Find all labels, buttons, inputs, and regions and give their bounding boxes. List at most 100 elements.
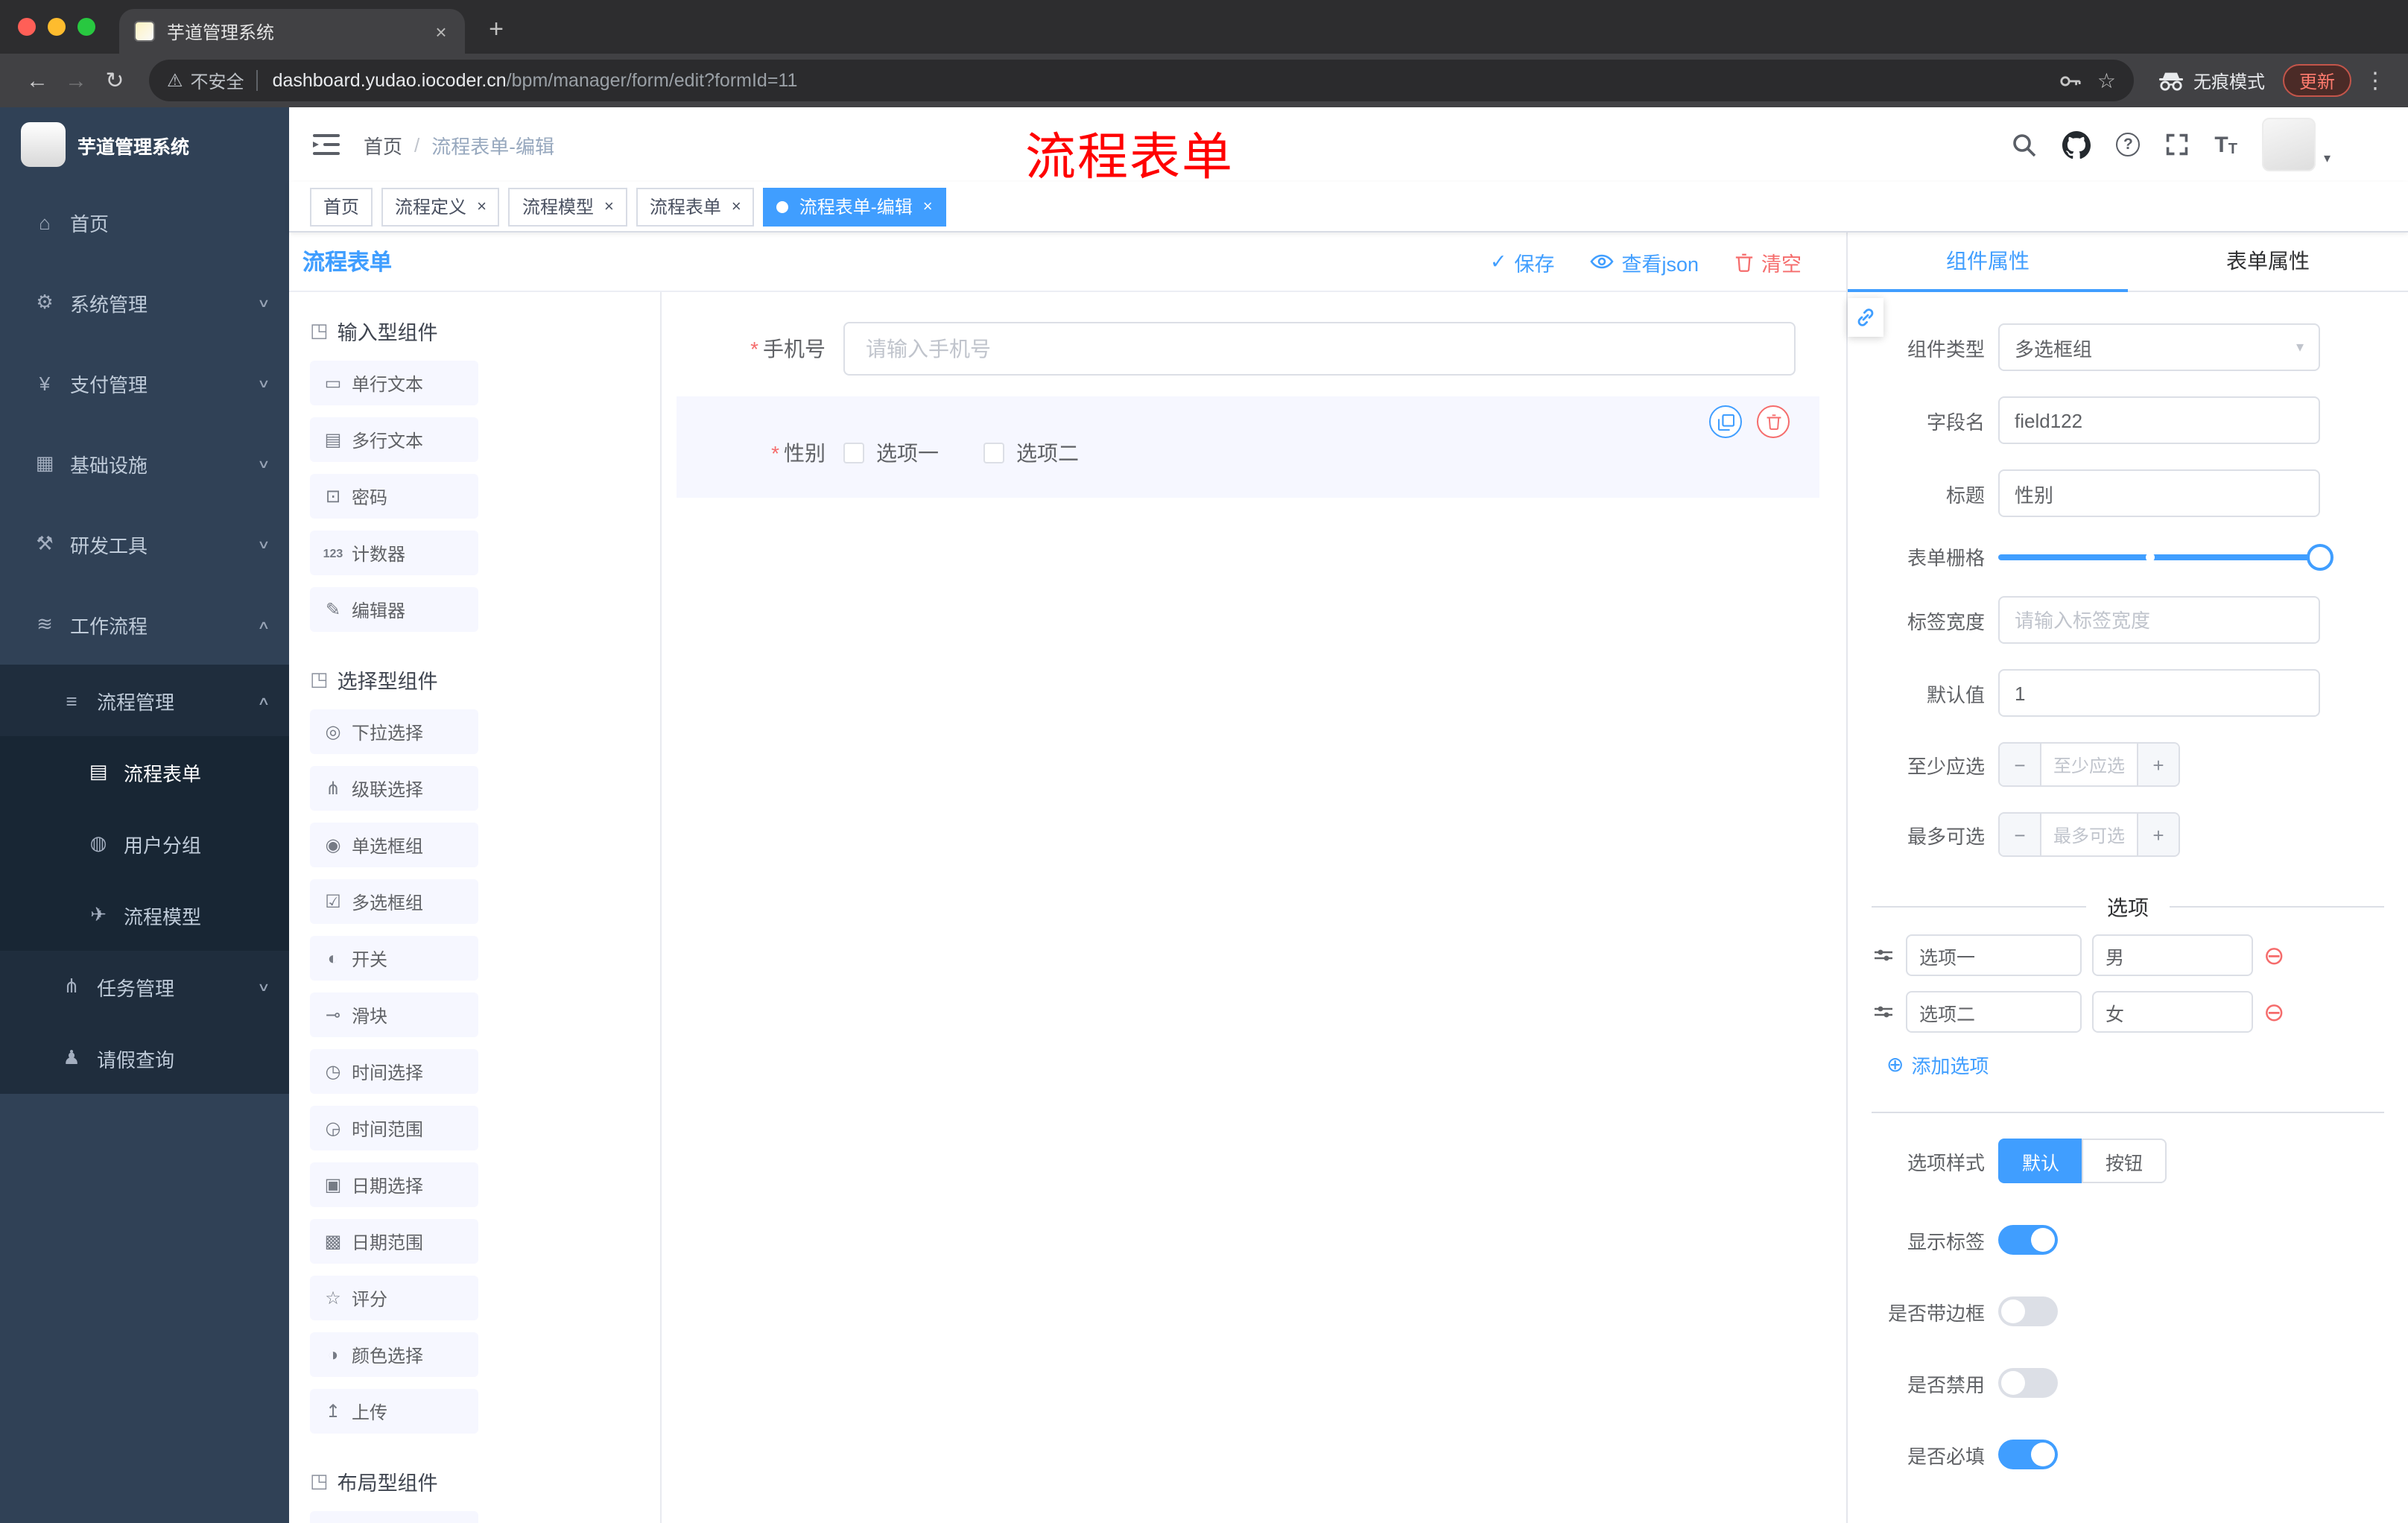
tab-form-props[interactable]: 表单属性 xyxy=(2128,232,2408,291)
clear-button[interactable]: 清空 xyxy=(1734,247,1802,276)
canvas-field-gender-selected[interactable]: * 性别 选项一 选项二 xyxy=(677,396,1819,498)
remove-option-icon[interactable]: ⊖ xyxy=(2263,943,2285,968)
tag-close-icon[interactable]: × xyxy=(923,197,933,215)
tab-close-icon[interactable]: × xyxy=(429,19,453,43)
remove-option-icon[interactable]: ⊖ xyxy=(2263,999,2285,1025)
view-json-button[interactable]: 查看json xyxy=(1590,247,1699,276)
slider-handle[interactable] xyxy=(2307,543,2333,570)
back-button[interactable]: ← xyxy=(18,61,57,100)
bookmark-star-icon[interactable]: ☆ xyxy=(2097,68,2116,93)
app-logo[interactable]: 芋道管理系统 xyxy=(0,107,289,182)
disabled-switch[interactable] xyxy=(1998,1368,2058,1398)
sidebar-item-process-model[interactable]: ✈ 流程模型 xyxy=(0,879,289,951)
sidebar-item-devtools[interactable]: ⚒ 研发工具 ∨ xyxy=(0,504,289,584)
tag-home[interactable]: 首页 xyxy=(310,187,373,226)
option-label-input[interactable] xyxy=(1906,991,2082,1033)
field-name-input[interactable] xyxy=(1998,396,2320,444)
browser-update-button[interactable]: 更新 xyxy=(2282,64,2351,97)
window-zoom-button[interactable] xyxy=(77,18,95,36)
palette-item-select[interactable]: ◎ 下拉选择 xyxy=(310,709,478,754)
address-bar[interactable]: ⚠ 不安全 dashboard.yudao.iocoder.cn/bpm/man… xyxy=(149,60,2134,101)
gender-option2-checkbox[interactable]: 选项二 xyxy=(983,438,1079,468)
max-select-value[interactable]: 最多可选 xyxy=(2041,814,2137,855)
tag-process-definition[interactable]: 流程定义 × xyxy=(381,187,500,226)
hamburger-icon[interactable] xyxy=(313,130,343,159)
tag-process-form-edit[interactable]: 流程表单-编辑 × xyxy=(763,187,946,226)
decrease-button[interactable]: − xyxy=(2000,744,2041,785)
new-tab-button[interactable]: + xyxy=(477,10,516,49)
github-icon[interactable] xyxy=(2062,130,2091,159)
sidebar-item-process-form[interactable]: ▤ 流程表单 xyxy=(0,736,289,808)
palette-item-date-picker[interactable]: ▣ 日期选择 xyxy=(310,1162,478,1207)
gender-option1-checkbox[interactable]: 选项一 xyxy=(843,438,939,468)
copy-field-button[interactable] xyxy=(1709,405,1742,438)
tag-close-icon[interactable]: × xyxy=(477,197,487,215)
option-label-input[interactable] xyxy=(1906,934,2082,976)
password-key-icon[interactable] xyxy=(2060,74,2082,87)
style-default-button[interactable]: 默认 xyxy=(1998,1139,2082,1183)
form-canvas[interactable]: * 手机号 请输入手机号 * 性别 选项一 选项二 xyxy=(662,292,1846,1523)
sidebar-item-workflow[interactable]: ≋ 工作流程 ∧ xyxy=(0,584,289,665)
phone-input[interactable] xyxy=(843,322,1796,376)
palette-item-cascader[interactable]: ⋔ 级联选择 xyxy=(310,766,478,811)
save-button[interactable]: ✓ 保存 xyxy=(1490,247,1555,276)
palette-item-editor[interactable]: ✎ 编辑器 xyxy=(310,587,478,632)
component-type-select[interactable]: 多选框组 ▾ xyxy=(1998,323,2320,371)
tag-close-icon[interactable]: × xyxy=(604,197,614,215)
sidebar-item-leave-query[interactable]: ♟ 请假查询 xyxy=(0,1022,289,1094)
delete-field-button[interactable] xyxy=(1757,405,1790,438)
checkbox-box[interactable] xyxy=(983,443,1004,463)
breadcrumb-home[interactable]: 首页 xyxy=(364,130,402,159)
grid-slider[interactable] xyxy=(1998,543,2333,570)
border-switch[interactable] xyxy=(1998,1296,2058,1326)
drag-handle-icon[interactable] xyxy=(1872,1003,1895,1021)
required-switch[interactable] xyxy=(1998,1440,2058,1469)
tag-process-model[interactable]: 流程模型 × xyxy=(508,187,627,226)
palette-item-rate[interactable]: ☆ 评分 xyxy=(310,1276,478,1320)
increase-button[interactable]: + xyxy=(2137,744,2179,785)
tab-component-props[interactable]: 组件属性 xyxy=(1848,232,2128,292)
option-value-input[interactable] xyxy=(2092,991,2253,1033)
title-input[interactable] xyxy=(1998,469,2320,517)
fullscreen-icon[interactable] xyxy=(2165,133,2189,156)
canvas-field-phone[interactable]: * 手机号 xyxy=(677,322,1796,376)
style-button-button[interactable]: 按钮 xyxy=(2082,1139,2167,1183)
palette-item-single-text[interactable]: ▭ 单行文本 xyxy=(310,361,478,405)
font-size-icon[interactable]: TT xyxy=(2214,132,2237,157)
palette-item-slider[interactable]: ⊸ 滑块 xyxy=(310,992,478,1037)
palette-item-color-picker[interactable]: ◑ 颜色选择 xyxy=(310,1332,478,1377)
tag-close-icon[interactable]: × xyxy=(732,197,741,215)
add-option-button[interactable]: ⊕ 添加选项 xyxy=(1886,1051,2408,1079)
palette-item-counter[interactable]: 123 计数器 xyxy=(310,531,478,575)
palette-item-switch[interactable]: ◐ 开关 xyxy=(310,936,478,981)
palette-item-time-range[interactable]: ◶ 时间范围 xyxy=(310,1106,478,1150)
min-select-value[interactable]: 至少应选 xyxy=(2041,744,2137,785)
sidebar-item-user-group[interactable]: ◍ 用户分组 xyxy=(0,808,289,879)
sidebar-item-task-management[interactable]: ⋔ 任务管理 ∨ xyxy=(0,951,289,1022)
forward-button[interactable]: → xyxy=(57,61,95,100)
help-icon[interactable]: ? xyxy=(2116,133,2141,156)
increase-button[interactable]: + xyxy=(2137,814,2179,855)
palette-item-multi-text[interactable]: ▤ 多行文本 xyxy=(310,417,478,462)
sidebar-item-home[interactable]: ⌂ 首页 xyxy=(0,182,289,262)
tag-process-form[interactable]: 流程表单 × xyxy=(636,187,755,226)
checkbox-box[interactable] xyxy=(843,443,864,463)
window-close-button[interactable] xyxy=(18,18,36,36)
browser-menu-icon[interactable]: ⋮ xyxy=(2360,67,2390,94)
browser-tab[interactable]: 芋道管理系统 × xyxy=(119,9,465,54)
sidebar-item-system[interactable]: ⚙ 系统管理 ∨ xyxy=(0,262,289,343)
palette-item-row-container[interactable]: ▥行容器 xyxy=(310,1511,478,1523)
decrease-button[interactable]: − xyxy=(2000,814,2041,855)
window-minimize-button[interactable] xyxy=(48,18,66,36)
show-label-switch[interactable] xyxy=(1998,1225,2058,1255)
drag-handle-icon[interactable] xyxy=(1872,946,1895,964)
palette-item-time-picker[interactable]: ◷ 时间选择 xyxy=(310,1049,478,1094)
reload-button[interactable]: ↻ xyxy=(95,61,134,100)
label-width-input[interactable] xyxy=(1998,596,2320,644)
palette-item-radio-group[interactable]: ◉ 单选框组 xyxy=(310,823,478,867)
option-value-input[interactable] xyxy=(2092,934,2253,976)
palette-item-password[interactable]: ⊡ 密码 xyxy=(310,474,478,519)
sidebar-item-infrastructure[interactable]: ▦ 基础设施 ∨ xyxy=(0,423,289,504)
user-avatar[interactable] xyxy=(2262,118,2316,171)
default-value-input[interactable] xyxy=(1998,669,2320,717)
